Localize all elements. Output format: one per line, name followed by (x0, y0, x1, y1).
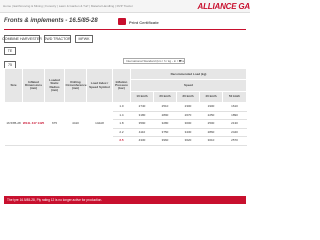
header-load-index: Load Index / Speed Symbol (86, 68, 113, 103)
header-speed-1: 10 km/h (130, 90, 154, 104)
pdf-icon[interactable] (118, 18, 126, 25)
unit-system-select[interactable]: International Standard (km / h / kg - in… (123, 58, 185, 64)
cell-rim-code: W14L (22, 121, 31, 126)
cell-load: 3280 (153, 119, 177, 129)
alliance-logo[interactable]: ALLIANCE GA (198, 2, 251, 11)
cell-loaded-radius: 675 (44, 102, 65, 146)
cell-pressure: 1.8 (112, 119, 131, 129)
cell-load: 2130 (222, 119, 247, 129)
cell-diameter: 1425 (37, 121, 45, 126)
header-recommended-load: Recommended Load (kg) (129, 67, 248, 81)
cell-load: 2890 (153, 111, 177, 121)
page-title: Fronts & implements - 16.5/85-28 (4, 18, 98, 24)
cell-load: 3180 (130, 111, 154, 121)
top-navigation-bar: Home | Earthmoving & Mining | Forestry |… (0, 0, 250, 13)
cell-load: 2500 (199, 119, 223, 129)
cell-load: 3010 (199, 136, 223, 146)
cell-load: 2510 (153, 102, 177, 112)
chip-2wd-tractor[interactable]: 2WD TRACTOR (44, 35, 71, 43)
cell-pressure: 1.0 (112, 102, 131, 112)
cell-load-index: 142A8 (86, 102, 113, 146)
table-row: 16.5/85-28 W14L 447 1425 675 4410 142A8 … (4, 102, 247, 146)
header-inflation-pressure: Inflation Pressure (bar) (112, 68, 131, 103)
header-speed-5: 50 km/h (221, 90, 248, 104)
cell-load: 2740 (130, 102, 154, 112)
header-rolling-circumference: Rolling Circumference (mm) (64, 68, 87, 103)
cell-load: 1900 (199, 102, 223, 112)
cell-load: 2440 (222, 128, 247, 138)
cell-load: 1610 (222, 102, 247, 112)
chip-mfwk[interactable]: MFWK (75, 35, 93, 43)
cell-rolling-circ: 4410 (64, 102, 87, 146)
cell-load: 2860 (199, 128, 223, 138)
cell-load: 4330 (130, 136, 154, 146)
cell-load: 3000 (176, 119, 200, 129)
cell-size: 16.5/85-28 (4, 102, 23, 146)
cell-pressure: 2.5 (112, 136, 131, 146)
header-speed: Speed (129, 79, 248, 92)
cell-load: 4110 (130, 128, 154, 138)
header-dimensions: Inflated Dimensions (mm) (22, 68, 45, 103)
header-loaded-radius: Loaded Static Radius (mm) (44, 68, 65, 103)
cell-rim: W14L 447 1425 (22, 102, 45, 146)
cell-pressure: 1.4 (112, 111, 131, 121)
notice-text: The tyre 16.5/85-28, Ply rating 12 is no… (7, 198, 103, 203)
breadcrumb[interactable]: Home | Earthmoving & Mining | Forestry |… (3, 4, 133, 8)
cell-load: 2570 (222, 136, 247, 146)
print-certificate-link[interactable]: Print Certificate (129, 20, 159, 25)
chevron-down-icon (179, 60, 181, 62)
cell-load: 2670 (176, 111, 200, 121)
header-speed-2: 20 km/h (153, 90, 177, 104)
cell-load: 3620 (176, 136, 200, 146)
cell-width: 447 (31, 121, 37, 126)
cell-load: 3590 (130, 119, 154, 129)
header-speed-3: 30 km/h (176, 90, 200, 104)
title-divider (4, 29, 246, 30)
cell-load: 3750 (153, 128, 177, 138)
cell-load: 2300 (176, 102, 200, 112)
cell-load: 3960 (153, 136, 177, 146)
discontinued-notice: The tyre 16.5/85-28, Ply rating 12 is no… (4, 196, 246, 204)
header-size: Size (4, 68, 23, 103)
chip-combine-harvester[interactable]: COMBINE HARVESTER (2, 35, 42, 43)
cell-pressure: 2.2 (112, 128, 131, 138)
specification-table: Size Inflated Dimensions (mm) Loaded Sta… (4, 67, 248, 146)
cell-load: 3430 (176, 128, 200, 138)
cell-load: 2250 (199, 111, 223, 121)
cell-load: 1890 (222, 111, 247, 121)
header-speed-4: 40 km/h (199, 90, 223, 104)
chip-te[interactable]: TE (4, 47, 16, 55)
